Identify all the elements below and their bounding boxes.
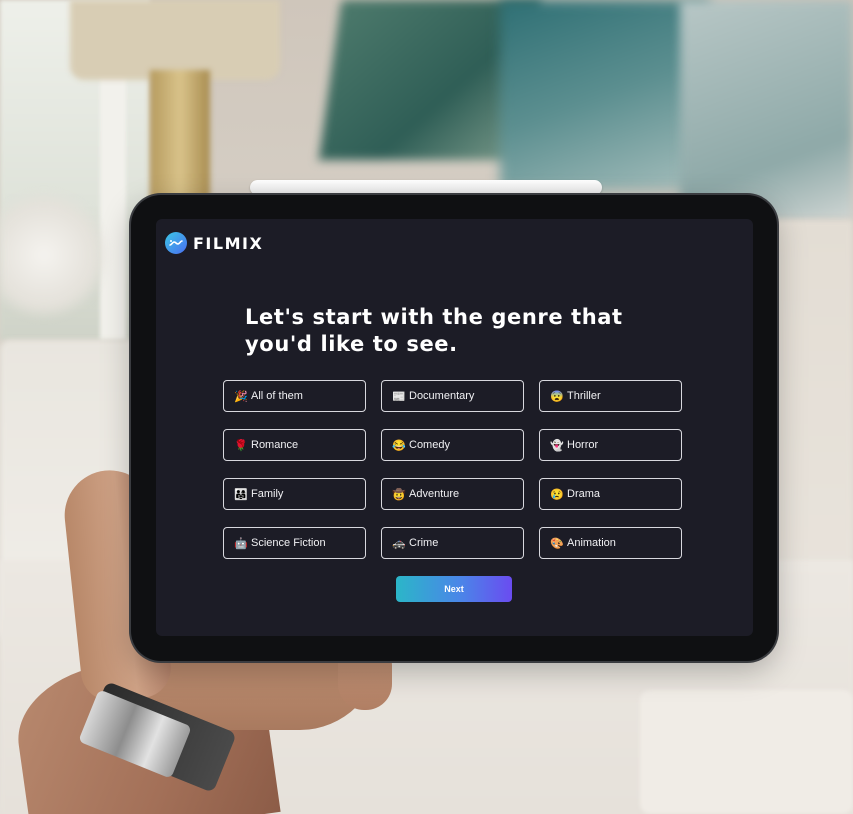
genre-option-comedy[interactable]: 😂 Comedy bbox=[381, 429, 524, 461]
genre-option-science-fiction[interactable]: 🤖 Science Fiction bbox=[223, 527, 366, 559]
lamp-pole bbox=[150, 70, 210, 210]
genre-option-all[interactable]: 🎉 All of them bbox=[223, 380, 366, 412]
genre-option-documentary[interactable]: 📰 Documentary bbox=[381, 380, 524, 412]
next-button[interactable]: Next bbox=[396, 576, 512, 602]
title-line: Let's start with the genre that bbox=[245, 305, 623, 329]
brand-logo[interactable]: FILMIX bbox=[165, 232, 263, 254]
genre-label: All of them bbox=[251, 390, 303, 402]
genre-option-crime[interactable]: 🚓 Crime bbox=[381, 527, 524, 559]
ghost-icon: 👻 bbox=[550, 439, 564, 452]
lamp-shade bbox=[70, 0, 280, 80]
genre-label: Horror bbox=[567, 439, 599, 451]
palette-icon: 🎨 bbox=[550, 537, 564, 550]
genre-option-family[interactable]: 👨‍👩‍👧 Family bbox=[223, 478, 366, 510]
crying-face-icon: 😢 bbox=[550, 488, 564, 501]
wave-icon bbox=[169, 240, 183, 246]
police-car-icon: 🚓 bbox=[392, 537, 406, 550]
genre-option-adventure[interactable]: 🤠 Adventure bbox=[381, 478, 524, 510]
wall-art bbox=[680, 0, 853, 220]
cowboy-hat-icon: 🤠 bbox=[392, 488, 406, 501]
party-popper-icon: 🎉 bbox=[234, 390, 248, 403]
genre-label: Crime bbox=[409, 537, 439, 549]
app-screen: FILMIX Let's start with the genre that y… bbox=[156, 219, 753, 636]
genre-label: Adventure bbox=[409, 488, 460, 500]
title-line: you'd like to see. bbox=[245, 332, 458, 356]
wall-art bbox=[500, 0, 710, 190]
filmix-logo-icon bbox=[165, 232, 187, 254]
genre-option-thriller[interactable]: 😨 Thriller bbox=[539, 380, 682, 412]
genre-label: Animation bbox=[567, 537, 616, 549]
plant bbox=[0, 190, 110, 320]
genre-label: Documentary bbox=[409, 390, 475, 402]
genre-grid: 🎉 All of them 📰 Documentary 😨 Thriller 🌹… bbox=[223, 380, 683, 559]
laughing-face-icon: 😂 bbox=[392, 439, 406, 452]
rose-icon: 🌹 bbox=[234, 439, 248, 452]
genre-option-horror[interactable]: 👻 Horror bbox=[539, 429, 682, 461]
genre-option-drama[interactable]: 😢 Drama bbox=[539, 478, 682, 510]
brand-name: FILMIX bbox=[193, 233, 264, 253]
newspaper-icon: 📰 bbox=[392, 390, 406, 403]
genre-label: Drama bbox=[567, 488, 601, 500]
genre-label: Family bbox=[251, 488, 284, 500]
stylus-pencil bbox=[250, 180, 602, 195]
genre-label: Thriller bbox=[567, 390, 601, 402]
fearful-face-icon: 😨 bbox=[550, 390, 564, 403]
page-title: Let's start with the genre that you'd li… bbox=[245, 304, 645, 358]
family-icon: 👨‍👩‍👧 bbox=[234, 488, 248, 501]
finger bbox=[338, 655, 392, 710]
genre-option-animation[interactable]: 🎨 Animation bbox=[539, 527, 682, 559]
genre-label: Comedy bbox=[409, 439, 450, 451]
robot-icon: 🤖 bbox=[234, 537, 248, 550]
genre-option-romance[interactable]: 🌹 Romance bbox=[223, 429, 366, 461]
cushion bbox=[640, 690, 853, 814]
genre-label: Romance bbox=[251, 439, 299, 451]
genre-label: Science Fiction bbox=[251, 537, 326, 549]
